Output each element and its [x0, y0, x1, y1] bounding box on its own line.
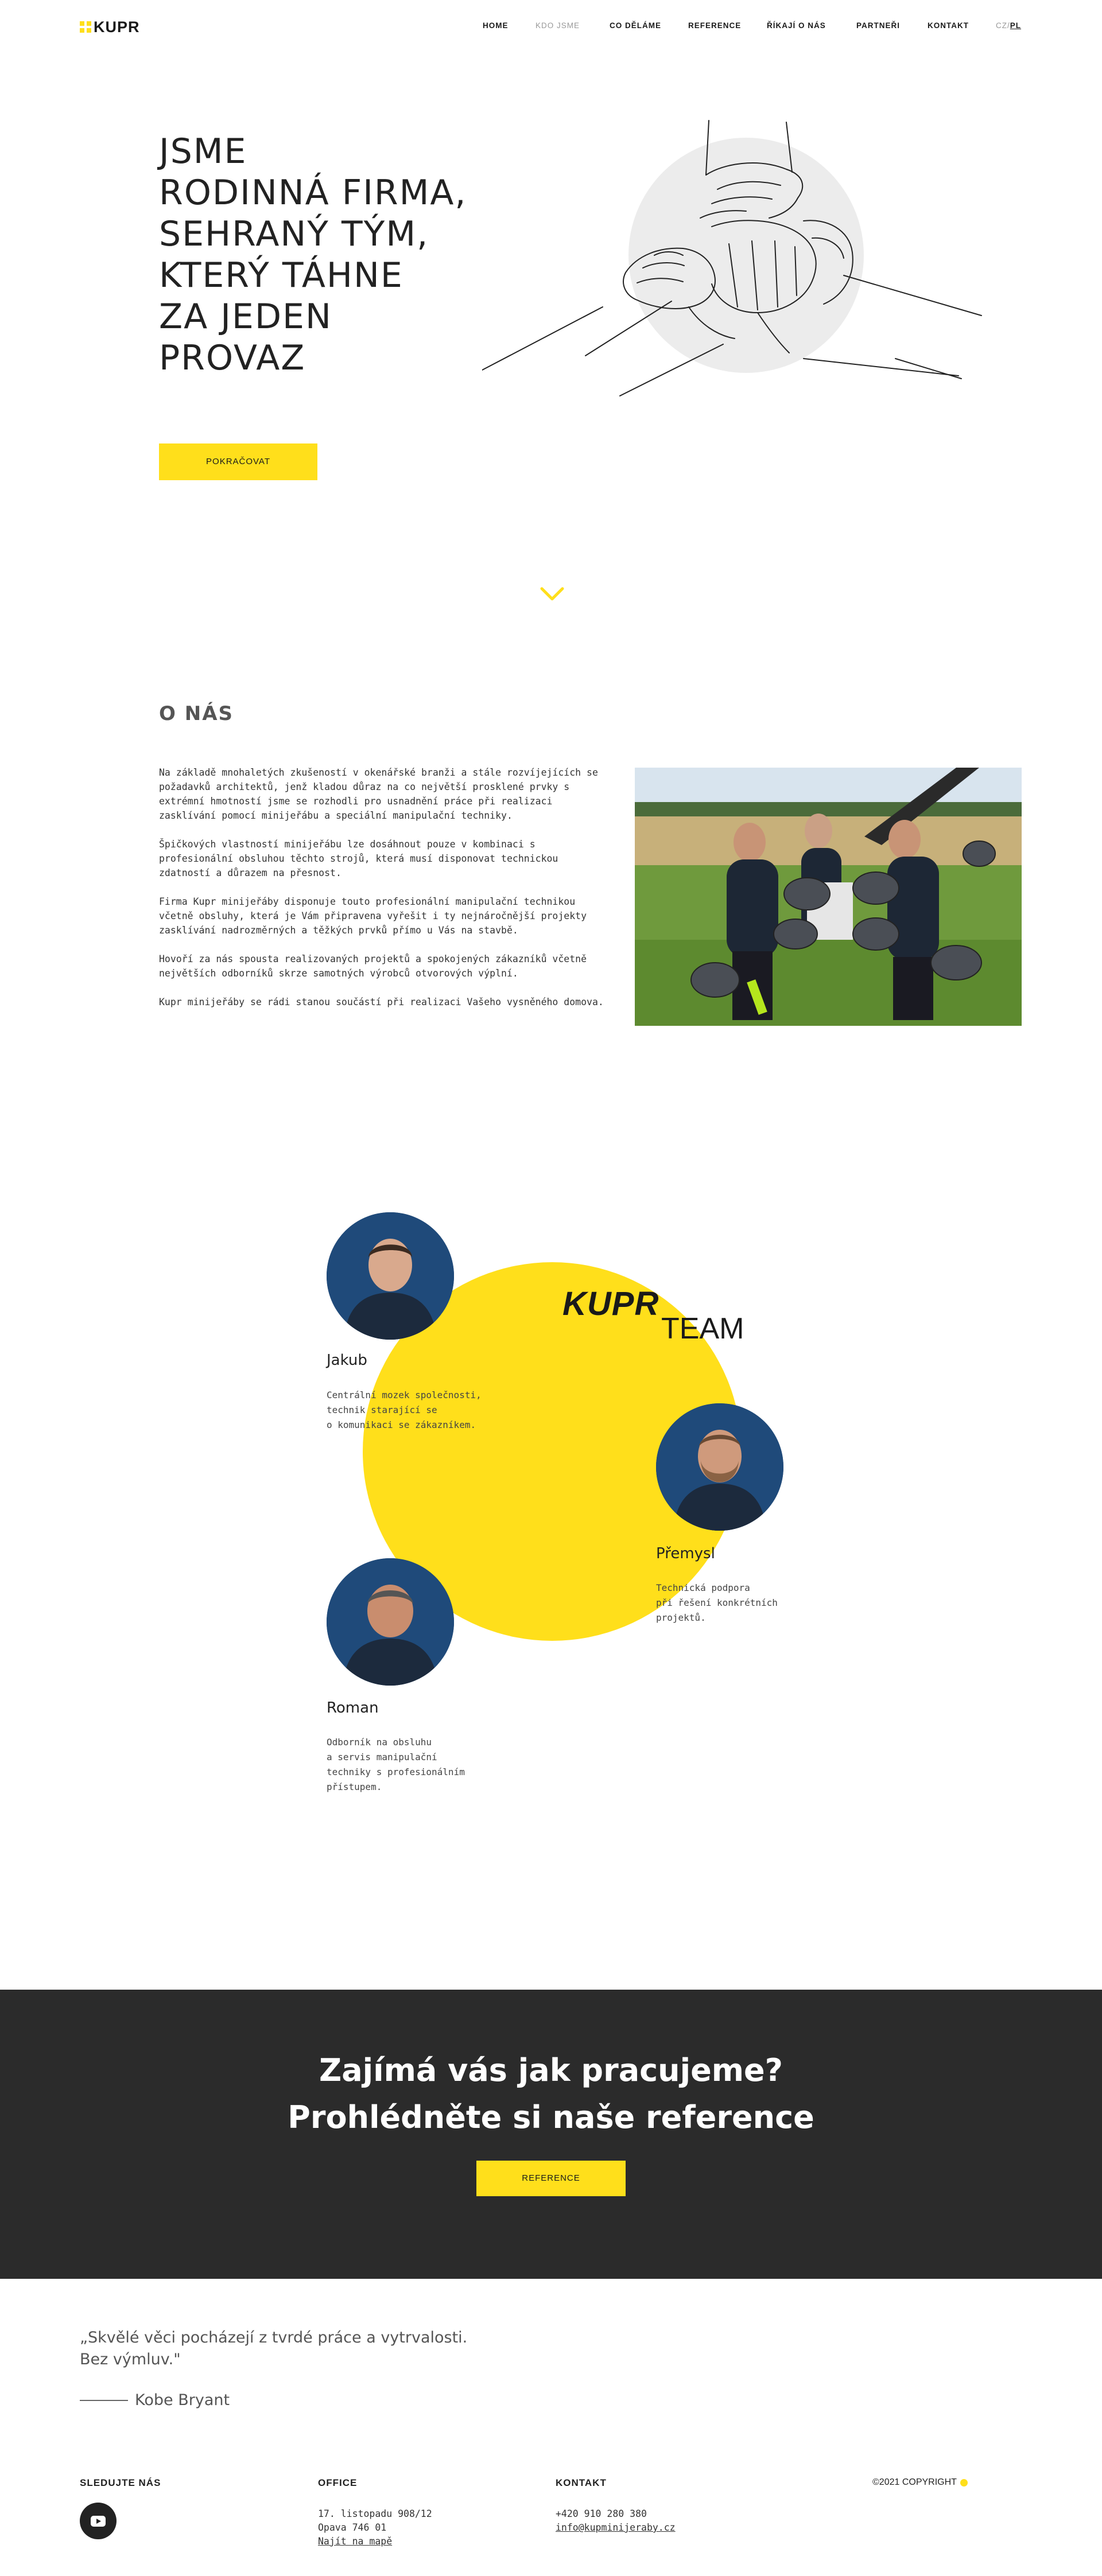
kupr-team-logo: KUPR TEAM [562, 1287, 744, 1345]
hero-title: JSME RODINNÁ FIRMA, SEHRANÝ TÝM, KTERÝ T… [159, 131, 515, 379]
member-desc-line: při řešení konkrétních [656, 1597, 778, 1608]
nav-home[interactable]: HOME [483, 21, 509, 30]
hero-title-line: ZA JEDEN [159, 297, 332, 337]
avatar [327, 1212, 454, 1340]
youtube-glyph-icon [91, 2515, 106, 2527]
quote-author: Kobe Bryant [80, 2391, 230, 2409]
quote-line: „Skvělé věci pocházejí z tvrdé práce a v… [80, 2329, 468, 2347]
quote: „Skvělé věci pocházejí z tvrdé práce a v… [80, 2327, 467, 2371]
main-nav: HOME KDO JSME CO DĚLÁME REFERENCE ŘÍKAJÍ… [0, 21, 1102, 33]
email-link[interactable]: info@kupminijeraby.cz [556, 2522, 676, 2533]
phone-number[interactable]: +420 910 280 380 [556, 2507, 676, 2521]
hero-title-line: JSME [159, 131, 247, 172]
office-line: 17. listopadu 908/12 [318, 2508, 432, 2519]
member-name: Přemysl [656, 1545, 715, 1562]
about-title: O NÁS [159, 702, 234, 725]
nav-rikaji-o-nas[interactable]: ŘÍKAJÍ O NÁS [767, 21, 826, 30]
member-desc-line: Technická podpora [656, 1582, 750, 1593]
cta-title-line: Zajímá vás jak pracujeme? [319, 2052, 783, 2088]
team-logo-sub: TEAM [661, 1312, 744, 1345]
about-paragraph: Kupr minijeřáby se rádi stanou součástí … [159, 997, 604, 1007]
avatar [327, 1558, 454, 1686]
quote-line: Bez výmluv." [80, 2351, 181, 2368]
nav-kdo-jsme[interactable]: KDO JSME [536, 21, 580, 30]
about-paragraph: Na základě mnohaletých zkušeností v oken… [159, 767, 598, 821]
nav-reference[interactable]: REFERENCE [688, 21, 741, 30]
member-desc-line: Centrální mozek společnosti, [327, 1390, 482, 1400]
cta-title: Zajímá vás jak pracujeme? Prohlédněte si… [0, 2047, 1102, 2141]
member-desc-line: a servis manipulační [327, 1752, 437, 1762]
member-desc-line: techniky s profesionálním [327, 1766, 465, 1777]
hero-title-line: RODINNÁ FIRMA, [159, 173, 467, 213]
hero-title-line: PROVAZ [159, 338, 306, 378]
member-desc: Centrální mozek společnosti, technik sta… [327, 1388, 482, 1433]
roman-portrait [327, 1558, 454, 1686]
nav-kontakt[interactable]: KONTAKT [928, 21, 969, 30]
copyright-text: ©2021 COPYRIGHT [872, 2477, 957, 2487]
lang-pl[interactable]: PL [1010, 21, 1021, 30]
team-photo [635, 768, 1022, 1026]
nav-co-delame[interactable]: CO DĚLÁME [610, 21, 661, 30]
lang-cz[interactable]: CZ [996, 21, 1007, 30]
member-name: Roman [327, 1699, 379, 1717]
member-desc: Odborník na obsluhu a servis manipulační… [327, 1735, 465, 1795]
site-header: KUPR HOME KDO JSME CO DĚLÁME REFERENCE Ř… [0, 0, 1102, 55]
youtube-icon[interactable] [80, 2503, 117, 2539]
member-desc-line: o komunikaci se zákazníkem. [327, 1419, 476, 1430]
footer-office-label: OFFICE [318, 2477, 358, 2488]
hero-title-line: SEHRANÝ TÝM, [159, 214, 429, 254]
about-text: Na základě mnohaletých zkušeností v oken… [159, 765, 607, 1024]
avatar [656, 1403, 783, 1531]
footer-contact-label: KONTAKT [556, 2477, 607, 2488]
member-desc-line: Odborník na obsluhu [327, 1737, 432, 1748]
office-line: Opava 746 01 [318, 2522, 387, 2533]
member-desc: Technická podpora při řešení konkrétních… [656, 1581, 778, 1625]
jakub-portrait [327, 1212, 454, 1340]
hands-illustration [482, 120, 982, 396]
continue-button[interactable]: POKRAČOVAT [159, 443, 317, 480]
copyright: ©2021 COPYRIGHT [872, 2477, 968, 2488]
member-desc-line: přístupem. [327, 1781, 382, 1792]
quote-dash [80, 2399, 128, 2401]
reference-button[interactable]: REFERENCE [476, 2161, 626, 2196]
about-paragraph: Špičkových vlastností minijeřábu lze dos… [159, 839, 558, 878]
nav-partneri[interactable]: PARTNEŘI [856, 21, 900, 30]
member-desc-line: technik starající se [327, 1404, 437, 1415]
map-link[interactable]: Najít na mapě [318, 2536, 392, 2547]
footer-contact-info: +420 910 280 380 info@kupminijeraby.cz [556, 2507, 676, 2535]
hero-title-line: KTERÝ TÁHNE [159, 255, 403, 295]
about-paragraph: Firma Kupr minijeřáby disponuje touto pr… [159, 896, 587, 936]
yellow-dot-icon [960, 2478, 968, 2486]
quote-author-name: Kobe Bryant [135, 2391, 230, 2409]
cta-title-line: Prohlédněte si naše reference [288, 2099, 814, 2135]
premysl-portrait [656, 1403, 783, 1531]
member-name: Jakub [327, 1352, 367, 1369]
member-desc-line: projektů. [656, 1612, 706, 1623]
language-switcher: CZ/PL [996, 21, 1021, 30]
chevron-down-icon[interactable] [538, 585, 566, 602]
about-paragraph: Hovoří za nás spousta realizovaných proj… [159, 954, 587, 979]
footer-follow-label: SLEDUJTE NÁS [80, 2477, 161, 2488]
footer-office-address: 17. listopadu 908/12 Opava 746 01 Najít … [318, 2507, 432, 2548]
